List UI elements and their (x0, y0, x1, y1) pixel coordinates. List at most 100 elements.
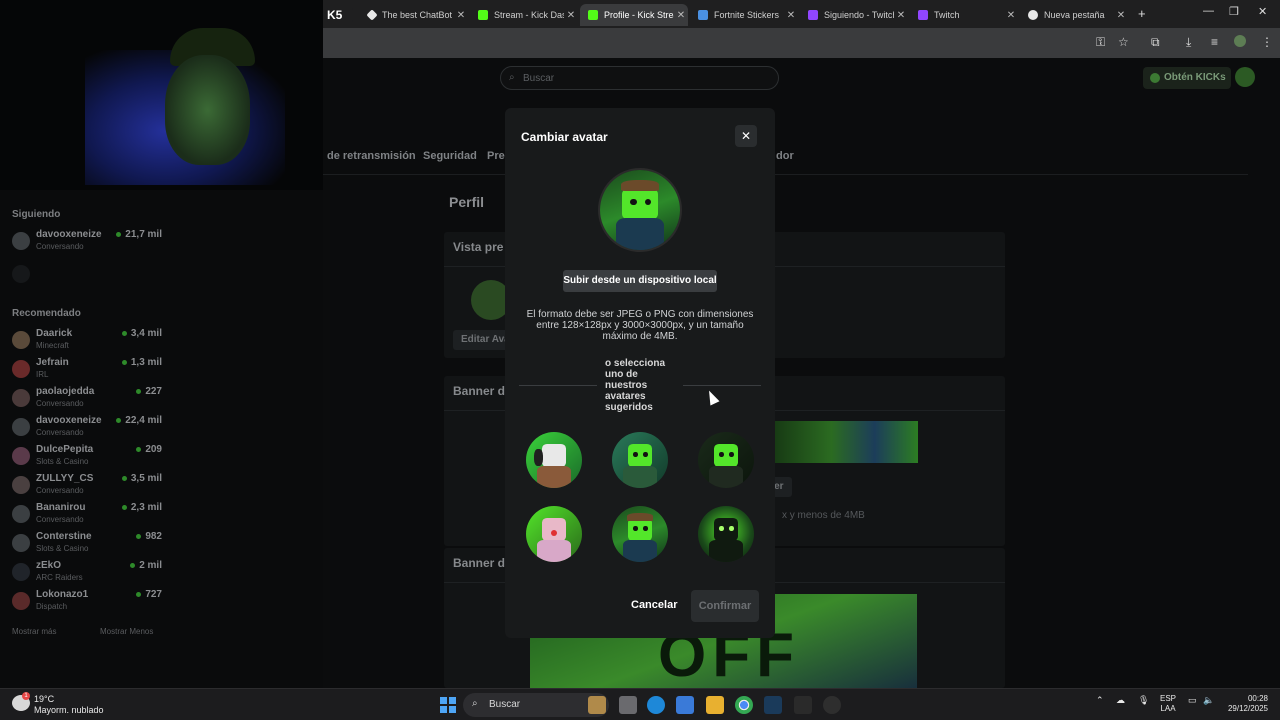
tab-security[interactable]: Seguridad (423, 150, 477, 162)
extensions-icon[interactable]: ⧉ (1151, 35, 1160, 50)
microphone-icon[interactable]: 🎙 (1138, 695, 1149, 706)
divider-left (519, 385, 597, 386)
tab-chatbot[interactable]: The best ChatBot ✕ (360, 4, 468, 26)
tab-fortnite[interactable]: Fortnite Stickers ✕ (690, 4, 798, 26)
restore-icon[interactable]: ❐ (1229, 5, 1239, 18)
task-view-icon[interactable] (619, 696, 637, 714)
avatar-head (713, 444, 739, 467)
tab-profile[interactable]: Profile - Kick Strea ✕ (580, 4, 688, 26)
close-icon[interactable]: ✕ (1114, 10, 1128, 21)
media-icon[interactable]: ≡ (1211, 35, 1218, 49)
tab-kick-5[interactable]: K5 (323, 4, 357, 26)
suggested-avatar-1[interactable] (526, 432, 582, 488)
viewer-count-text: 727 (145, 589, 162, 600)
clock-date: 29/12/2025 (1227, 704, 1268, 713)
cancel-button[interactable]: Cancelar (631, 599, 677, 611)
tab-broadcast[interactable]: de retransmisión (327, 150, 416, 162)
avatar (12, 476, 30, 494)
tab-preferences[interactable]: Pre (487, 150, 505, 162)
viewer-count: 22,4 mil (116, 415, 162, 426)
get-kicks-button[interactable]: Obtén KICKs (1143, 67, 1231, 89)
close-icon[interactable]: ✕ (674, 10, 688, 21)
viewer-count-text: 2,3 mil (130, 502, 162, 513)
suggested-avatar-2[interactable] (612, 432, 668, 488)
chrome-icon[interactable] (735, 696, 753, 714)
download-icon[interactable]: ⤓ (1186, 35, 1191, 50)
tab-new[interactable]: Nueva pestaña ✕ (1020, 4, 1128, 26)
live-dot-icon (121, 475, 127, 481)
show-less-link[interactable]: Mostrar Menos (100, 627, 153, 636)
tab-creator[interactable]: dor (776, 150, 794, 162)
close-icon[interactable]: ✕ (454, 10, 468, 21)
language-code: ESP (1160, 694, 1177, 703)
viewer-count: 982 (136, 531, 162, 542)
close-icon[interactable]: ✕ (784, 10, 798, 21)
edge-icon[interactable] (647, 696, 665, 714)
avatar (12, 331, 30, 349)
window-close-icon[interactable]: ✕ (1258, 5, 1267, 18)
tab-stream[interactable]: Stream - Kick Dash ✕ (470, 4, 578, 26)
volume-icon[interactable]: 🔈 (1203, 695, 1214, 706)
avatar-art (526, 506, 582, 562)
viewer-count: 3,5 mil (121, 473, 162, 484)
sidebar-channel[interactable]: Bananirou Conversando 2,3 mil (12, 502, 162, 530)
widget-icon[interactable] (588, 696, 606, 714)
sidebar-channel[interactable]: zEkO ARC Raiders 2 mil (12, 560, 162, 588)
star-icon[interactable]: ☆ (1118, 35, 1129, 49)
sidebar-channel[interactable]: davooxeneize Conversando 21,7 mil (12, 229, 162, 257)
tab-siguiendo[interactable]: Siguiendo - Twitch ✕ (800, 4, 908, 26)
epic-games-icon[interactable] (794, 696, 812, 714)
change-avatar-modal: Cambiar avatar ✕ Subir desde un disposit… (505, 108, 775, 638)
sidebar-channel[interactable]: ZULLYY_CS Conversando 3,5 mil (12, 473, 162, 501)
sidebar-channel[interactable]: davooxeneize Conversando 22,4 mil (12, 415, 162, 443)
avatar-eye (633, 526, 638, 531)
close-icon[interactable]: ✕ (1004, 10, 1018, 21)
suggested-avatar-4[interactable] (526, 506, 582, 562)
sidebar-channel[interactable]: DulcePepita Slots & Casino 209 (12, 444, 162, 472)
sidebar-channel[interactable]: Conterstine Slots & Casino 982 (12, 531, 162, 559)
suggested-avatar-3[interactable] (698, 432, 754, 488)
sidebar-channel[interactable]: Lokonazo1 Dispatch 727 (12, 589, 162, 617)
suggested-avatar-6[interactable] (698, 506, 754, 562)
avatar-eye (643, 452, 648, 457)
avatar (12, 563, 30, 581)
notification-badge: 1 (22, 692, 30, 700)
user-avatar[interactable] (1235, 67, 1255, 87)
suggested-avatar-5[interactable] (612, 506, 668, 562)
network-icon[interactable]: ▭ (1188, 695, 1197, 706)
new-tab-icon[interactable]: + (1138, 6, 1146, 21)
sidebar-channel[interactable]: Daarick Minecraft 3,4 mil (12, 328, 162, 356)
minimize-icon[interactable]: — (1203, 5, 1214, 17)
steam-icon[interactable] (764, 696, 782, 714)
show-more-link[interactable]: Mostrar más (12, 627, 56, 636)
system-clock[interactable]: 00:28 29/12/2025 (1226, 694, 1268, 714)
key-icon[interactable]: ⚿ (1096, 35, 1105, 50)
offline-banner-title: Banner d (453, 556, 506, 570)
profile-avatar-icon[interactable] (1234, 35, 1246, 47)
upload-local-button[interactable]: Subir desde un dispositivo local (563, 270, 717, 292)
close-icon: ✕ (740, 129, 752, 143)
webcam-person (165, 55, 250, 165)
obs-icon[interactable] (823, 696, 841, 714)
sidebar-channel[interactable]: Jefrain IRL 1,3 mil (12, 357, 162, 385)
viewer-count-text: 209 (145, 444, 162, 455)
store-icon[interactable] (676, 696, 694, 714)
cloud-icon[interactable]: ☁ (1116, 695, 1125, 706)
close-icon[interactable]: ✕ (894, 10, 908, 21)
confirm-button[interactable]: Confirmar (691, 590, 759, 622)
sidebar-channel-faded[interactable] (12, 262, 162, 290)
search-input[interactable]: ⌕ Buscar (500, 66, 779, 90)
tab-label: The best ChatBot (382, 10, 453, 20)
sidebar-channel[interactable]: paolaojedda Conversando 227 (12, 386, 162, 414)
close-icon[interactable]: ✕ (564, 10, 578, 21)
close-button[interactable]: ✕ (735, 125, 757, 147)
start-icon[interactable] (440, 697, 456, 713)
language-indicator[interactable]: ESP LAA (1160, 694, 1176, 714)
menu-dots-icon[interactable]: ⋮ (1261, 35, 1273, 49)
tab-label: Stream - Kick Dash (494, 10, 564, 20)
chevron-up-icon[interactable]: ⌃ (1096, 695, 1104, 706)
tab-twitch[interactable]: Twitch ✕ (910, 4, 1018, 26)
file-explorer-icon[interactable] (706, 696, 724, 714)
avatar-hat (626, 512, 654, 521)
avatar-body (616, 218, 664, 250)
